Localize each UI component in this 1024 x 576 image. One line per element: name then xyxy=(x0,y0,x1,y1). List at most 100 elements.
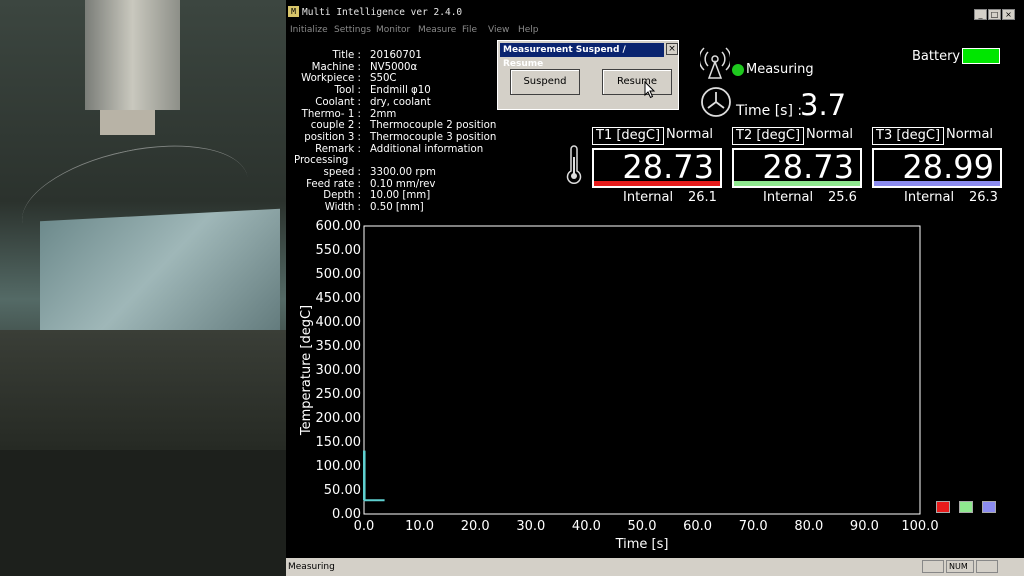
info-label: Tool : xyxy=(334,85,361,97)
info-value: S50C xyxy=(370,73,397,85)
info-value: Thermocouple 3 position xyxy=(370,131,497,143)
t3-color-bar xyxy=(874,181,1000,186)
clock-icon xyxy=(701,87,731,117)
close-button[interactable]: × xyxy=(1002,9,1015,20)
menu-measure[interactable]: Measure xyxy=(418,25,456,35)
status-bar: Measuring NUM xyxy=(286,558,1024,576)
y-tick-label: 400.00 xyxy=(316,315,362,330)
app-icon: M xyxy=(288,6,299,17)
t3-state: Normal xyxy=(946,127,994,142)
measurement-info: Title : 20160701 Machine : NV5000α Workpie… xyxy=(286,50,496,220)
x-tick-label: 10.0 xyxy=(405,519,434,534)
t2-state: Normal xyxy=(806,127,854,142)
x-tick-label: 40.0 xyxy=(572,519,601,534)
y-tick-label: 50.00 xyxy=(324,483,361,498)
dialog-title: Measurement Suspend / Resume xyxy=(500,43,664,69)
info-label: couple 2 : xyxy=(310,120,361,132)
t1-readout: 28.73 xyxy=(592,148,722,188)
info-label: Thermo- 1 : xyxy=(301,108,361,120)
x-axis-label: Time [s] xyxy=(615,537,669,552)
menu-file[interactable]: File xyxy=(462,25,477,35)
suspend-resume-dialog: Measurement Suspend / Resume × Suspend R… xyxy=(497,40,679,110)
t1-state: Normal xyxy=(666,127,714,142)
measuring-status: Measuring xyxy=(746,62,814,77)
info-value: Additional information xyxy=(370,143,484,155)
maximize-button[interactable]: □ xyxy=(988,9,1001,20)
machine-spindle xyxy=(85,0,180,110)
x-tick-label: 50.0 xyxy=(628,519,657,534)
info-value: 0.10 mm/rev xyxy=(370,178,436,190)
info-value: 0.50 [mm] xyxy=(370,202,424,214)
dialog-close-button[interactable]: × xyxy=(666,43,678,55)
info-value: 20160701 xyxy=(370,50,422,61)
y-axis-label: Temperature [degC] xyxy=(299,305,314,436)
x-tick-label: 80.0 xyxy=(794,519,823,534)
info-value: Thermocouple 2 position xyxy=(370,120,497,132)
info-label: Workpiece : xyxy=(301,73,361,85)
measuring-indicator-icon xyxy=(732,64,744,76)
menu-monitor[interactable]: Monitor xyxy=(376,25,410,35)
battery-label: Battery xyxy=(912,49,961,64)
info-value: 3300.00 rpm xyxy=(370,167,436,178)
x-tick-label: 90.0 xyxy=(850,519,879,534)
t2-readout: 28.73 xyxy=(732,148,862,188)
t3-internal-label: Internal xyxy=(904,190,955,205)
machine-vise xyxy=(0,330,286,450)
menu-help[interactable]: Help xyxy=(518,25,539,35)
temperature-chart: 0.0050.00100.00150.00200.00250.00300.003… xyxy=(299,219,939,552)
info-value: 2mm xyxy=(370,108,397,120)
time-value: 3.7 xyxy=(800,88,847,122)
t2-label: T2 [degC] xyxy=(732,127,805,145)
minimize-button[interactable]: _ xyxy=(974,9,987,20)
info-label: Remark : xyxy=(315,143,361,155)
t3-readout: 28.99 xyxy=(872,148,1002,188)
y-tick-label: 350.00 xyxy=(316,339,362,354)
y-tick-label: 300.00 xyxy=(316,363,362,378)
t3-label: T3 [degC] xyxy=(872,127,945,145)
x-tick-label: 20.0 xyxy=(461,519,490,534)
menu-bar: Initialize Settings Monitor Measure File… xyxy=(286,23,1024,37)
y-tick-label: 500.00 xyxy=(316,267,362,282)
info-label: speed : xyxy=(323,167,361,178)
y-tick-label: 250.00 xyxy=(316,387,362,402)
y-tick-label: 550.00 xyxy=(316,243,362,258)
t1-color-bar xyxy=(594,181,720,186)
time-label: Time [s] : xyxy=(736,103,803,119)
battery-icon xyxy=(962,48,1000,64)
x-tick-label: 60.0 xyxy=(683,519,712,534)
t2-internal-value: 25.6 xyxy=(828,190,857,205)
plot-area xyxy=(363,225,921,515)
status-panel-empty xyxy=(976,560,998,573)
legend-t2-swatch[interactable] xyxy=(959,501,973,513)
info-value: Endmill φ10 xyxy=(370,85,431,97)
legend-t1-swatch[interactable] xyxy=(936,501,950,513)
info-label: Machine : xyxy=(311,61,361,73)
suspend-button[interactable]: Suspend xyxy=(510,69,580,95)
status-panel-empty xyxy=(922,560,944,573)
menu-initialize[interactable]: Initialize xyxy=(290,25,328,35)
machine-base xyxy=(0,450,286,576)
info-label: Coolant : xyxy=(315,96,361,108)
y-tick-label: 200.00 xyxy=(316,411,362,426)
info-label: Depth : xyxy=(323,190,361,202)
num-lock-indicator: NUM xyxy=(946,560,974,573)
x-tick-label: 70.0 xyxy=(739,519,768,534)
x-tick-label: 0.0 xyxy=(354,519,375,534)
camera-feed xyxy=(0,0,286,576)
t1-internal-value: 26.1 xyxy=(688,190,717,205)
legend-t3-swatch[interactable] xyxy=(982,501,996,513)
y-tick-label: 450.00 xyxy=(316,291,362,306)
t1-internal-label: Internal xyxy=(623,190,674,205)
info-value: NV5000α xyxy=(370,61,418,73)
t2-internal-label: Internal xyxy=(763,190,814,205)
menu-view[interactable]: View xyxy=(488,25,509,35)
info-label: position 3 : xyxy=(304,131,361,143)
info-value: 10.00 [mm] xyxy=(370,190,431,202)
menu-settings[interactable]: Settings xyxy=(334,25,371,35)
t3-internal-value: 26.3 xyxy=(969,190,998,205)
x-tick-label: 100.0 xyxy=(901,519,938,534)
antenna-icon xyxy=(700,47,730,79)
y-tick-label: 600.00 xyxy=(316,219,362,234)
resume-button[interactable]: Resume xyxy=(602,69,672,95)
mouse-cursor-icon xyxy=(644,81,656,99)
